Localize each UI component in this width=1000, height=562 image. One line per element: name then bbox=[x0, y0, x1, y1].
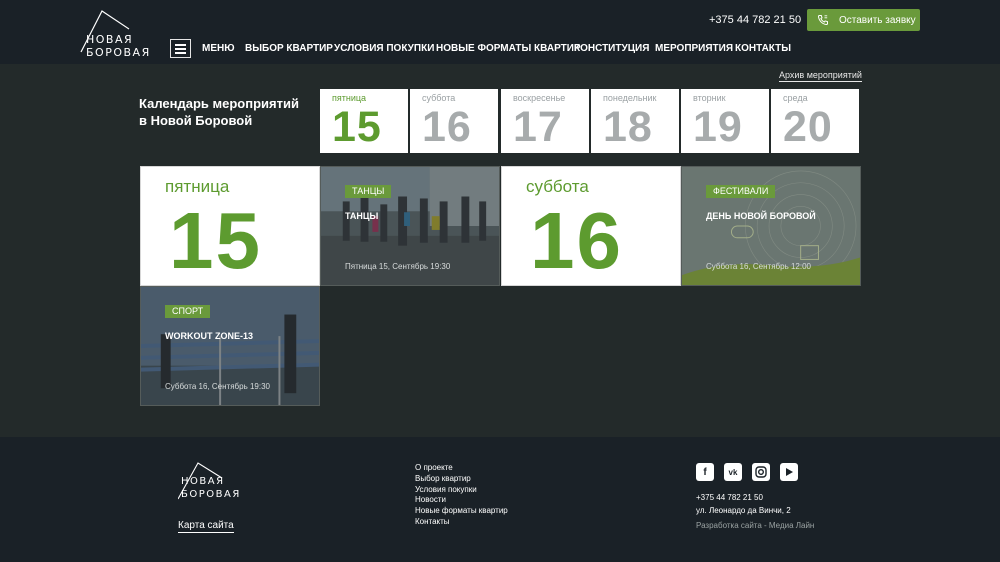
footer-phone[interactable]: +375 44 782 21 50 bbox=[696, 493, 763, 502]
request-button-label: Оставить заявку bbox=[839, 14, 916, 26]
day-number: 16 bbox=[422, 103, 472, 151]
calendar-title: Календарь мероприятий в Новой Боровой bbox=[139, 96, 299, 128]
vk-icon[interactable]: vk bbox=[724, 463, 742, 481]
site-header: НОВАЯ БОРОВАЯ +375 44 782 21 50 Оставить… bbox=[0, 0, 1000, 64]
day-tab-fri[interactable]: пятница 15 bbox=[320, 89, 408, 153]
day-number: 20 bbox=[783, 103, 833, 151]
nav-item-events[interactable]: МЕРОПРИЯТИЯ bbox=[655, 43, 733, 54]
day-tab-tue[interactable]: вторник 19 bbox=[681, 89, 769, 153]
date-tile-sat: суббота 16 bbox=[501, 166, 681, 286]
day-tab-sun[interactable]: воскресенье 17 bbox=[501, 89, 589, 153]
nav-item-contacts[interactable]: КОНТАКТЫ bbox=[735, 43, 791, 54]
tile-weekday: суббота bbox=[526, 177, 589, 196]
day-number: 18 bbox=[603, 103, 653, 151]
youtube-icon[interactable] bbox=[780, 463, 798, 481]
tile-date: 15 bbox=[169, 196, 262, 285]
event-card-sport[interactable]: СПОРТ WORKOUT ZONE-13 Суббота 16, Сентяб… bbox=[140, 286, 320, 406]
menu-burger-icon[interactable] bbox=[170, 39, 191, 58]
day-name: понедельник bbox=[603, 93, 657, 103]
event-category-badge: ФЕСТИВАЛИ bbox=[706, 185, 776, 198]
day-number: 17 bbox=[513, 103, 563, 151]
footer-link-terms[interactable]: Условия покупки bbox=[415, 485, 508, 496]
logo-line1: НОВАЯ bbox=[86, 33, 134, 46]
day-number: 15 bbox=[332, 103, 382, 151]
footer-logo[interactable]: НОВАЯ БОРОВАЯ bbox=[178, 462, 248, 506]
event-datetime: Суббота 16, Сентябрь 19:30 bbox=[165, 382, 270, 391]
footer-links: О проекте Выбор квартир Условия покупки … bbox=[415, 463, 508, 528]
event-title: ТАНЦЫ bbox=[345, 211, 379, 221]
day-name: среда bbox=[783, 93, 808, 103]
tile-weekday: пятница bbox=[165, 177, 230, 196]
social-links: f vk bbox=[696, 463, 798, 481]
footer-link-formats[interactable]: Новые форматы квартир bbox=[415, 506, 508, 517]
tile-date: 16 bbox=[530, 196, 623, 285]
request-button[interactable]: Оставить заявку bbox=[807, 9, 920, 31]
event-category-badge: СПОРТ bbox=[165, 305, 211, 318]
footer-link-about[interactable]: О проекте bbox=[415, 463, 508, 474]
footer-logo-line2: БОРОВАЯ bbox=[181, 489, 241, 500]
nav-item-new-formats[interactable]: НОВЫЕ ФОРМАТЫ КВАРТИР bbox=[436, 43, 581, 54]
footer-address: ул. Леонардо да Винчи, 2 bbox=[696, 506, 791, 515]
event-datetime: Пятница 15, Сентябрь 19:30 bbox=[345, 262, 451, 271]
event-card-dance[interactable]: ТАНЦЫ ТАНЦЫ Пятница 15, Сентябрь 19:30 bbox=[320, 166, 500, 286]
nav-item-menu[interactable]: МЕНЮ bbox=[202, 43, 235, 54]
day-number: 19 bbox=[693, 103, 743, 151]
nav-item-purchase-terms[interactable]: УСЛОВИЯ ПОКУПКИ bbox=[334, 43, 434, 54]
header-phone[interactable]: +375 44 782 21 50 bbox=[709, 14, 801, 26]
day-tab-mon[interactable]: понедельник 18 bbox=[591, 89, 679, 153]
date-tile-fri: пятница 15 bbox=[140, 166, 320, 286]
day-tab-wed[interactable]: среда 20 bbox=[771, 89, 859, 153]
phone-icon bbox=[817, 15, 828, 26]
instagram-icon[interactable] bbox=[752, 463, 770, 481]
nav-item-apartments[interactable]: ВЫБОР КВАРТИР bbox=[245, 43, 333, 54]
footer-link-contacts[interactable]: Контакты bbox=[415, 517, 508, 528]
archive-link[interactable]: Архив мероприятий bbox=[779, 70, 862, 82]
event-title: WORKOUT ZONE-13 bbox=[165, 331, 254, 341]
event-category-badge: ТАНЦЫ bbox=[345, 185, 392, 198]
footer-link-apartments[interactable]: Выбор квартир bbox=[415, 474, 508, 485]
day-name: пятница bbox=[332, 93, 367, 103]
event-title: ДЕНЬ НОВОЙ БОРОВОЙ bbox=[706, 211, 816, 221]
sitemap-link[interactable]: Карта сайта bbox=[178, 520, 234, 533]
day-name: воскресенье bbox=[513, 93, 566, 103]
day-tab-sat[interactable]: суббота 16 bbox=[410, 89, 498, 153]
nav-item-constitution[interactable]: КОНСТИТУЦИЯ bbox=[574, 43, 649, 54]
footer-logo-line1: НОВАЯ bbox=[181, 476, 225, 487]
day-name: суббота bbox=[422, 93, 456, 103]
developer-credit-link[interactable]: Разработка сайта - Медиа Лайн bbox=[696, 521, 814, 530]
logo-line2: БОРОВАЯ bbox=[86, 46, 151, 59]
event-card-festival[interactable]: ФЕСТИВАЛИ ДЕНЬ НОВОЙ БОРОВОЙ Суббота 16,… bbox=[681, 166, 861, 286]
facebook-icon[interactable]: f bbox=[696, 463, 714, 481]
footer-link-news[interactable]: Новости bbox=[415, 495, 508, 506]
day-name: вторник bbox=[693, 93, 726, 103]
logo[interactable]: НОВАЯ БОРОВАЯ bbox=[80, 10, 150, 59]
event-datetime: Суббота 16, Сентябрь 12:00 bbox=[706, 262, 811, 271]
